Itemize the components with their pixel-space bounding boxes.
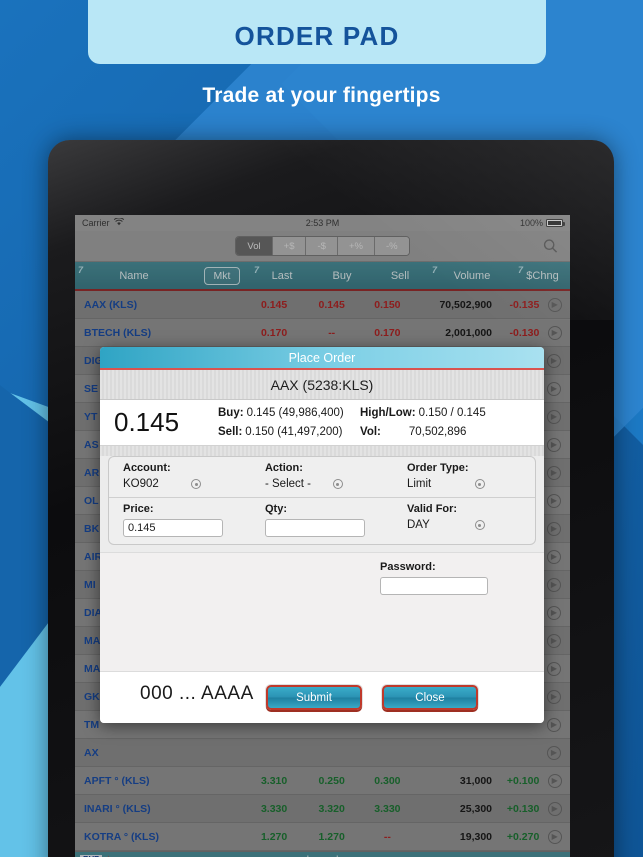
qty-label: Qty: <box>264 503 287 515</box>
password-section: Password: <box>100 552 544 671</box>
action-field[interactable]: Action: - Select - <box>251 462 393 490</box>
qty-field[interactable]: Qty: <box>251 503 393 537</box>
account-label: Account: <box>123 462 171 474</box>
action-value: - Select - <box>264 478 311 490</box>
quote-sell: Sell: 0.150 (41,497,200) <box>218 426 360 438</box>
quote-sell-label: Sell: <box>218 426 243 438</box>
promo-badge: ORDER PAD <box>88 0 546 64</box>
quote-buy-value: 0.145 (49,986,400) <box>246 407 344 419</box>
order-type-field[interactable]: Order Type: Limit <box>393 462 535 490</box>
valid-for-value: DAY <box>406 519 430 531</box>
quote-last-price: 0.145 <box>114 407 180 437</box>
tablet-device-frame: Carrier 2:53 PM 100% Vol +$ -$ +% -% 7 N… <box>48 140 614 857</box>
order-form-row-1: Account: KO902 Action: - Select - Order … <box>109 457 535 498</box>
dialog-symbol-bar: AAX (5238:KLS) <box>100 370 544 400</box>
account-picker-icon[interactable] <box>191 479 201 489</box>
qty-input[interactable] <box>264 519 365 537</box>
valid-for-picker-icon[interactable] <box>474 520 485 530</box>
quote-buy-label: Buy: <box>218 407 244 419</box>
order-form: Account: KO902 Action: - Select - Order … <box>108 456 536 545</box>
order-type-picker-icon[interactable] <box>474 479 485 489</box>
quote-detail-grid: Buy: 0.145 (49,986,400) High/Low: 0.150 / … <box>218 407 534 438</box>
dialog-symbol-label: AAX (5238:KLS) <box>270 376 374 393</box>
quote-sell-value: 0.150 (41,497,200) <box>245 426 343 438</box>
dialog-footer: 000 ... AAAA Submit Close <box>100 671 544 723</box>
quote-highlow-label: High/Low: <box>360 407 416 419</box>
price-label: Price: <box>123 503 154 515</box>
action-label: Action: <box>264 462 303 474</box>
quote-volume-value: 70,502,896 <box>408 426 467 438</box>
dialog-title-bar: Place Order <box>100 347 544 370</box>
promo-badge-title: ORDER PAD <box>234 21 400 51</box>
quote-buy: Buy: 0.145 (49,986,400) <box>218 407 360 419</box>
quote-volume: Vol: 70,502,896 <box>360 426 534 438</box>
price-field[interactable]: Price: 0.145 <box>109 503 251 537</box>
submit-button[interactable]: Submit <box>266 685 362 710</box>
action-picker-icon[interactable] <box>332 479 343 489</box>
password-field[interactable]: Password: <box>380 561 488 671</box>
account-footer-text: 000 ... AAAA <box>140 683 254 704</box>
order-type-value: Limit <box>406 478 432 490</box>
tablet-screen: Carrier 2:53 PM 100% Vol +$ -$ +% -% 7 N… <box>75 215 570 857</box>
place-order-dialog: Place Order AAX (5238:KLS) 0.145 Buy: 0.1… <box>100 347 544 723</box>
price-input[interactable]: 0.145 <box>123 519 223 537</box>
quote-highlow: High/Low: 0.150 / 0.145 <box>360 407 534 419</box>
quote-highlow-value: 0.150 / 0.145 <box>418 407 486 419</box>
dialog-title: Place Order <box>288 350 356 365</box>
order-type-label: Order Type: <box>406 462 469 474</box>
account-value: KO902 <box>123 478 159 490</box>
password-label: Password: <box>380 561 436 573</box>
order-form-row-2: Price: 0.145 Qty: Valid For: DAY <box>109 498 535 544</box>
close-button[interactable]: Close <box>382 685 478 710</box>
promo-subtitle: Trade at your fingertips <box>202 84 441 107</box>
valid-for-field[interactable]: Valid For: DAY <box>393 503 535 537</box>
account-field[interactable]: Account: KO902 <box>109 462 251 490</box>
dialog-spacer <box>100 446 544 456</box>
valid-for-label: Valid For: <box>406 503 458 515</box>
quote-summary: 0.145 Buy: 0.145 (49,986,400) High/Low: 0.… <box>100 400 544 446</box>
password-input[interactable] <box>380 577 488 595</box>
quote-volume-label: Vol: <box>360 426 381 438</box>
